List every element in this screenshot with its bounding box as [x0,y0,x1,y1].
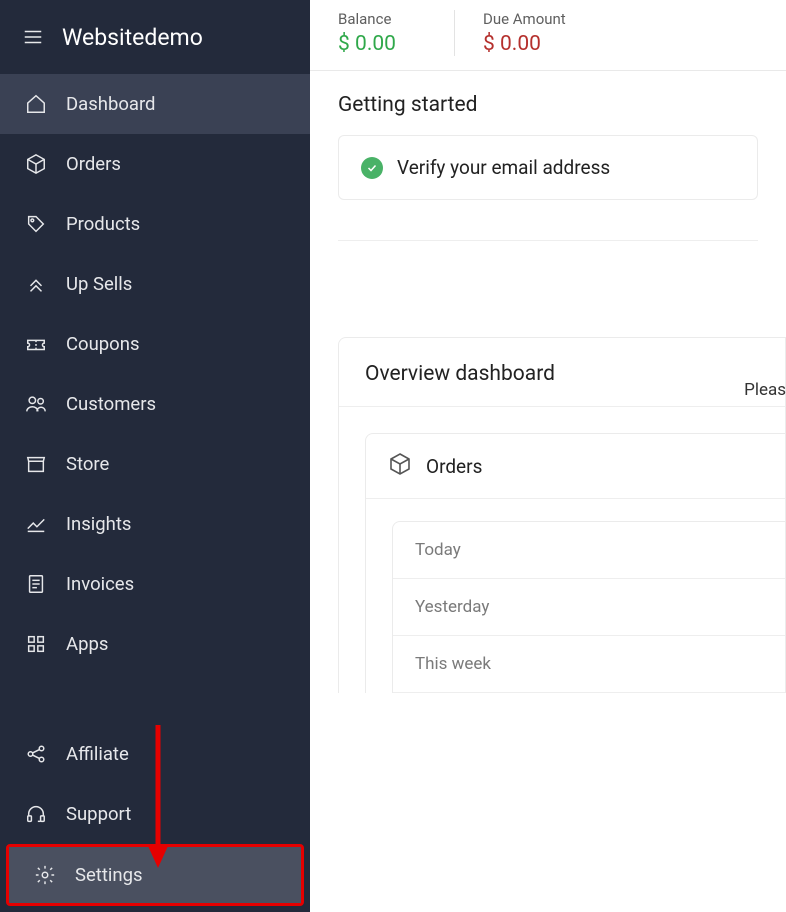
box-icon [24,152,48,176]
due-label: Due Amount [483,10,566,28]
tag-icon [24,212,48,236]
sidebar-item-label: Apps [66,633,108,655]
sidebar-nav-bottom: Affiliate Support Settings [0,724,310,912]
orders-card: Orders Today Yesterday This week [365,433,785,693]
sidebar: Websitedemo Dashboard Orders Products Up… [0,0,310,912]
orders-period-today[interactable]: Today [393,522,785,579]
sidebar-item-coupons[interactable]: Coupons [0,314,310,374]
due-value: $ 0.00 [483,32,566,56]
sidebar-item-label: Settings [75,864,143,886]
sidebar-header: Websitedemo [0,0,310,74]
settings-highlight-annotation: Settings [6,844,304,906]
overview-panel: Overview dashboard Orders Today Yesterda… [338,337,786,693]
sidebar-item-label: Insights [66,513,131,535]
chart-line-icon [24,512,48,536]
sidebar-item-upsells[interactable]: Up Sells [0,254,310,314]
sidebar-item-settings[interactable]: Settings [9,847,301,903]
balance-bar: Balance $ 0.00 Due Amount $ 0.00 [310,0,786,71]
sidebar-item-label: Dashboard [66,93,155,115]
divider [338,240,758,241]
orders-card-title: Orders [426,455,482,478]
hamburger-menu-icon[interactable] [22,26,44,48]
sidebar-item-apps[interactable]: Apps [0,614,310,674]
verify-email-text: Verify your email address [397,156,610,179]
getting-started-section: Getting started Verify your email addres… [310,71,786,212]
ticket-icon [24,332,48,356]
users-icon [24,392,48,416]
sidebar-item-label: Orders [66,153,121,175]
package-icon [388,452,412,480]
home-icon [24,92,48,116]
gear-icon [33,863,57,887]
balance-label: Balance [338,10,396,28]
sidebar-item-insights[interactable]: Insights [0,494,310,554]
sidebar-item-invoices[interactable]: Invoices [0,554,310,614]
balance-value: $ 0.00 [338,32,396,56]
sidebar-item-label: Coupons [66,333,140,355]
sidebar-nav-main: Dashboard Orders Products Up Sells Coupo… [0,74,310,674]
verify-email-card[interactable]: Verify your email address [338,135,758,200]
sidebar-item-label: Store [66,453,109,475]
sidebar-item-label: Products [66,213,140,235]
orders-period-this-week[interactable]: This week [393,636,785,693]
sidebar-item-label: Up Sells [66,273,132,295]
document-icon [24,572,48,596]
sidebar-item-affiliate[interactable]: Affiliate [0,724,310,784]
sidebar-item-store[interactable]: Store [0,434,310,494]
site-title: Websitedemo [62,24,203,51]
sidebar-spacer [0,674,310,724]
check-circle-icon [361,157,383,179]
getting-started-title: Getting started [338,93,758,117]
sidebar-item-label: Invoices [66,573,134,595]
due-cell: Due Amount $ 0.00 [454,10,594,56]
grid-icon [24,632,48,656]
sidebar-item-dashboard[interactable]: Dashboard [0,74,310,134]
orders-card-header: Orders [366,434,785,499]
overview-title: Overview dashboard [339,362,785,406]
balance-cell: Balance $ 0.00 [338,10,424,56]
orders-periods-list: Today Yesterday This week [392,521,785,693]
sidebar-item-support[interactable]: Support [0,784,310,844]
chevrons-up-icon [24,272,48,296]
sidebar-item-customers[interactable]: Customers [0,374,310,434]
sidebar-item-orders[interactable]: Orders [0,134,310,194]
store-icon [24,452,48,476]
sidebar-item-products[interactable]: Products [0,194,310,254]
orders-period-yesterday[interactable]: Yesterday [393,579,785,636]
truncated-please-text: Pleas [744,380,786,400]
main-content: Balance $ 0.00 Due Amount $ 0.00 Getting… [310,0,786,912]
sidebar-item-label: Customers [66,393,156,415]
sidebar-item-label: Affiliate [66,743,129,765]
headset-icon [24,802,48,826]
sidebar-item-label: Support [66,803,131,825]
share-icon [24,742,48,766]
